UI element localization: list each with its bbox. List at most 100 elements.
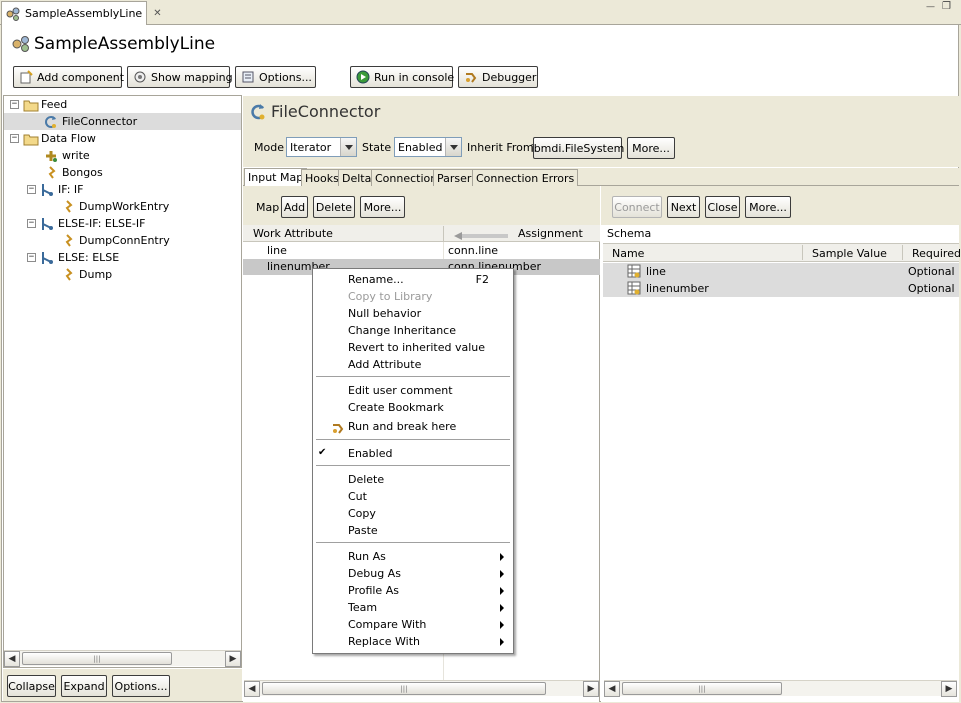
header-required[interactable]: Required bbox=[912, 247, 961, 260]
menu-item-team[interactable]: Team bbox=[313, 599, 513, 616]
minimize-icon[interactable]: — bbox=[926, 2, 935, 12]
tree-expander[interactable]: − bbox=[27, 219, 36, 228]
tree-item-dumpworkentry[interactable]: DumpWorkEntry bbox=[61, 198, 169, 215]
submenu-arrow-icon bbox=[500, 570, 504, 578]
connector-more-button[interactable]: More... bbox=[627, 137, 675, 159]
menu-item-debug-as[interactable]: Debug As bbox=[313, 565, 513, 582]
run-icon bbox=[356, 70, 370, 84]
inherit-from-button[interactable]: ibmdi.FileSystem bbox=[531, 137, 624, 159]
menu-item-delete[interactable]: Delete bbox=[313, 471, 513, 488]
tree-item-if[interactable]: − IF: IF bbox=[27, 181, 84, 198]
scroll-left-button[interactable]: ◀ bbox=[244, 681, 260, 697]
header-work-attribute[interactable]: Work Attribute bbox=[253, 227, 333, 240]
menu-item-compare-with[interactable]: Compare With bbox=[313, 616, 513, 633]
scroll-left-button[interactable]: ◀ bbox=[4, 651, 20, 667]
menu-item-cut[interactable]: Cut bbox=[313, 488, 513, 505]
tree-item-data-flow[interactable]: − Data Flow bbox=[10, 130, 96, 147]
menu-item-add-attribute[interactable]: Add Attribute bbox=[313, 356, 513, 373]
map-delete-button[interactable]: Delete bbox=[313, 196, 355, 218]
tree-item-write[interactable]: write bbox=[44, 147, 90, 164]
branch-icon bbox=[40, 217, 54, 231]
tree-item-feed[interactable]: − Feed bbox=[10, 96, 67, 113]
tree-item-fileconnector[interactable]: FileConnector bbox=[44, 113, 137, 130]
state-select[interactable]: Enabled bbox=[394, 137, 462, 157]
header-assignment[interactable]: Assignment bbox=[518, 227, 583, 240]
map-more-button[interactable]: More... bbox=[360, 196, 405, 218]
header-sample-value[interactable]: Sample Value bbox=[812, 247, 887, 260]
schema-more-button[interactable]: More... bbox=[745, 196, 791, 218]
close-tab-icon[interactable]: ✕ bbox=[153, 8, 161, 19]
tree-item-else-if[interactable]: − ELSE-IF: ELSE-IF bbox=[27, 215, 145, 232]
tab-connection-errors[interactable]: Connection Errors bbox=[472, 169, 579, 186]
collapse-button[interactable]: Collapse bbox=[7, 675, 56, 697]
script-icon bbox=[61, 233, 75, 248]
tree-options-button[interactable]: Options... bbox=[112, 675, 170, 697]
menu-item-copy-to-library[interactable]: Copy to Library bbox=[313, 288, 513, 305]
map-add-button[interactable]: Add bbox=[281, 196, 308, 218]
table-row[interactable]: line Optional bbox=[603, 263, 959, 280]
next-button[interactable]: Next bbox=[667, 196, 700, 218]
restore-icon[interactable]: ❐ bbox=[942, 1, 951, 12]
schema-label: Schema bbox=[607, 227, 652, 240]
toolbar-options-button[interactable]: Options... bbox=[235, 66, 316, 88]
column-divider bbox=[443, 226, 444, 241]
column-divider bbox=[802, 245, 803, 260]
scroll-right-button[interactable]: ▶ bbox=[225, 651, 241, 667]
menu-item-edit-comment[interactable]: Edit user comment bbox=[313, 382, 513, 399]
add-component-button[interactable]: Add component bbox=[13, 66, 124, 88]
tree-item-else[interactable]: − ELSE: ELSE bbox=[27, 249, 119, 266]
tree-item-dump[interactable]: Dump bbox=[61, 266, 112, 283]
tab-delta[interactable]: Delta bbox=[338, 169, 376, 186]
tree-expander[interactable]: − bbox=[10, 134, 19, 143]
menu-item-null-behavior[interactable]: Null behavior bbox=[313, 305, 513, 322]
menu-item-profile-as[interactable]: Profile As bbox=[313, 582, 513, 599]
connector-title: FileConnector bbox=[249, 102, 380, 121]
tab-input-map[interactable]: Input Map bbox=[244, 168, 308, 186]
chevron-down-icon[interactable] bbox=[340, 138, 356, 156]
tree-expander[interactable]: − bbox=[10, 100, 19, 109]
connector-icon bbox=[249, 103, 267, 121]
menu-item-run-as[interactable]: Run As bbox=[313, 548, 513, 565]
debugger-button[interactable]: Debugger bbox=[458, 66, 538, 88]
menu-item-run-and-break[interactable]: Run and break here bbox=[313, 418, 513, 435]
tree-item-bongos[interactable]: Bongos bbox=[44, 164, 103, 181]
schema-close-button[interactable]: Close bbox=[705, 196, 740, 218]
header-name[interactable]: Name bbox=[612, 247, 644, 260]
table-row[interactable]: line conn.line bbox=[243, 243, 600, 259]
editor-tab[interactable]: SampleAssemblyLine ✕ bbox=[1, 1, 162, 25]
scroll-right-button[interactable]: ▶ bbox=[941, 681, 957, 697]
menu-item-copy[interactable]: Copy bbox=[313, 505, 513, 522]
menu-item-paste[interactable]: Paste bbox=[313, 522, 513, 539]
page-title: SampleAssemblyLine bbox=[12, 34, 215, 54]
table-row[interactable]: linenumber Optional bbox=[603, 280, 959, 297]
menu-item-create-bookmark[interactable]: Create Bookmark bbox=[313, 399, 513, 416]
menu-item-rename[interactable]: Rename... F2 bbox=[313, 271, 513, 288]
tree-hscrollbar[interactable]: ◀ ||| ▶ bbox=[4, 650, 241, 667]
column-divider bbox=[902, 245, 903, 260]
editor-tab-label: SampleAssemblyLine bbox=[25, 7, 143, 20]
connect-button[interactable]: Connect bbox=[612, 196, 662, 218]
tab-connection[interactable]: Connection bbox=[371, 169, 442, 186]
tree-expander[interactable]: − bbox=[27, 185, 36, 194]
schema-hscrollbar[interactable]: ◀ ||| ▶ bbox=[604, 680, 957, 697]
tree-item-dumpconnentry[interactable]: DumpConnEntry bbox=[61, 232, 170, 249]
menu-item-replace-with[interactable]: Replace With bbox=[313, 633, 513, 650]
tab-hooks[interactable]: Hooks bbox=[301, 169, 343, 186]
scroll-thumb[interactable]: ||| bbox=[622, 682, 782, 695]
scroll-left-button[interactable]: ◀ bbox=[604, 681, 620, 697]
chevron-down-icon[interactable] bbox=[445, 138, 461, 156]
state-label: State bbox=[362, 141, 392, 154]
show-mapping-button[interactable]: Show mapping bbox=[127, 66, 233, 88]
run-in-console-button[interactable]: Run in console bbox=[350, 66, 454, 88]
mode-select[interactable]: Iterator bbox=[286, 137, 357, 157]
tab-parser[interactable]: Parser bbox=[433, 169, 476, 186]
menu-item-enabled[interactable]: ✔ Enabled bbox=[313, 445, 513, 462]
menu-item-revert[interactable]: Revert to inherited value bbox=[313, 339, 513, 356]
tree-expander[interactable]: − bbox=[27, 253, 36, 262]
scroll-right-button[interactable]: ▶ bbox=[583, 681, 599, 697]
map-hscrollbar[interactable]: ◀ ||| ▶ bbox=[244, 680, 599, 697]
scroll-thumb[interactable]: ||| bbox=[262, 682, 546, 695]
menu-item-change-inheritance[interactable]: Change Inheritance bbox=[313, 322, 513, 339]
expand-button[interactable]: Expand bbox=[61, 675, 107, 697]
scroll-thumb[interactable]: ||| bbox=[22, 652, 172, 665]
